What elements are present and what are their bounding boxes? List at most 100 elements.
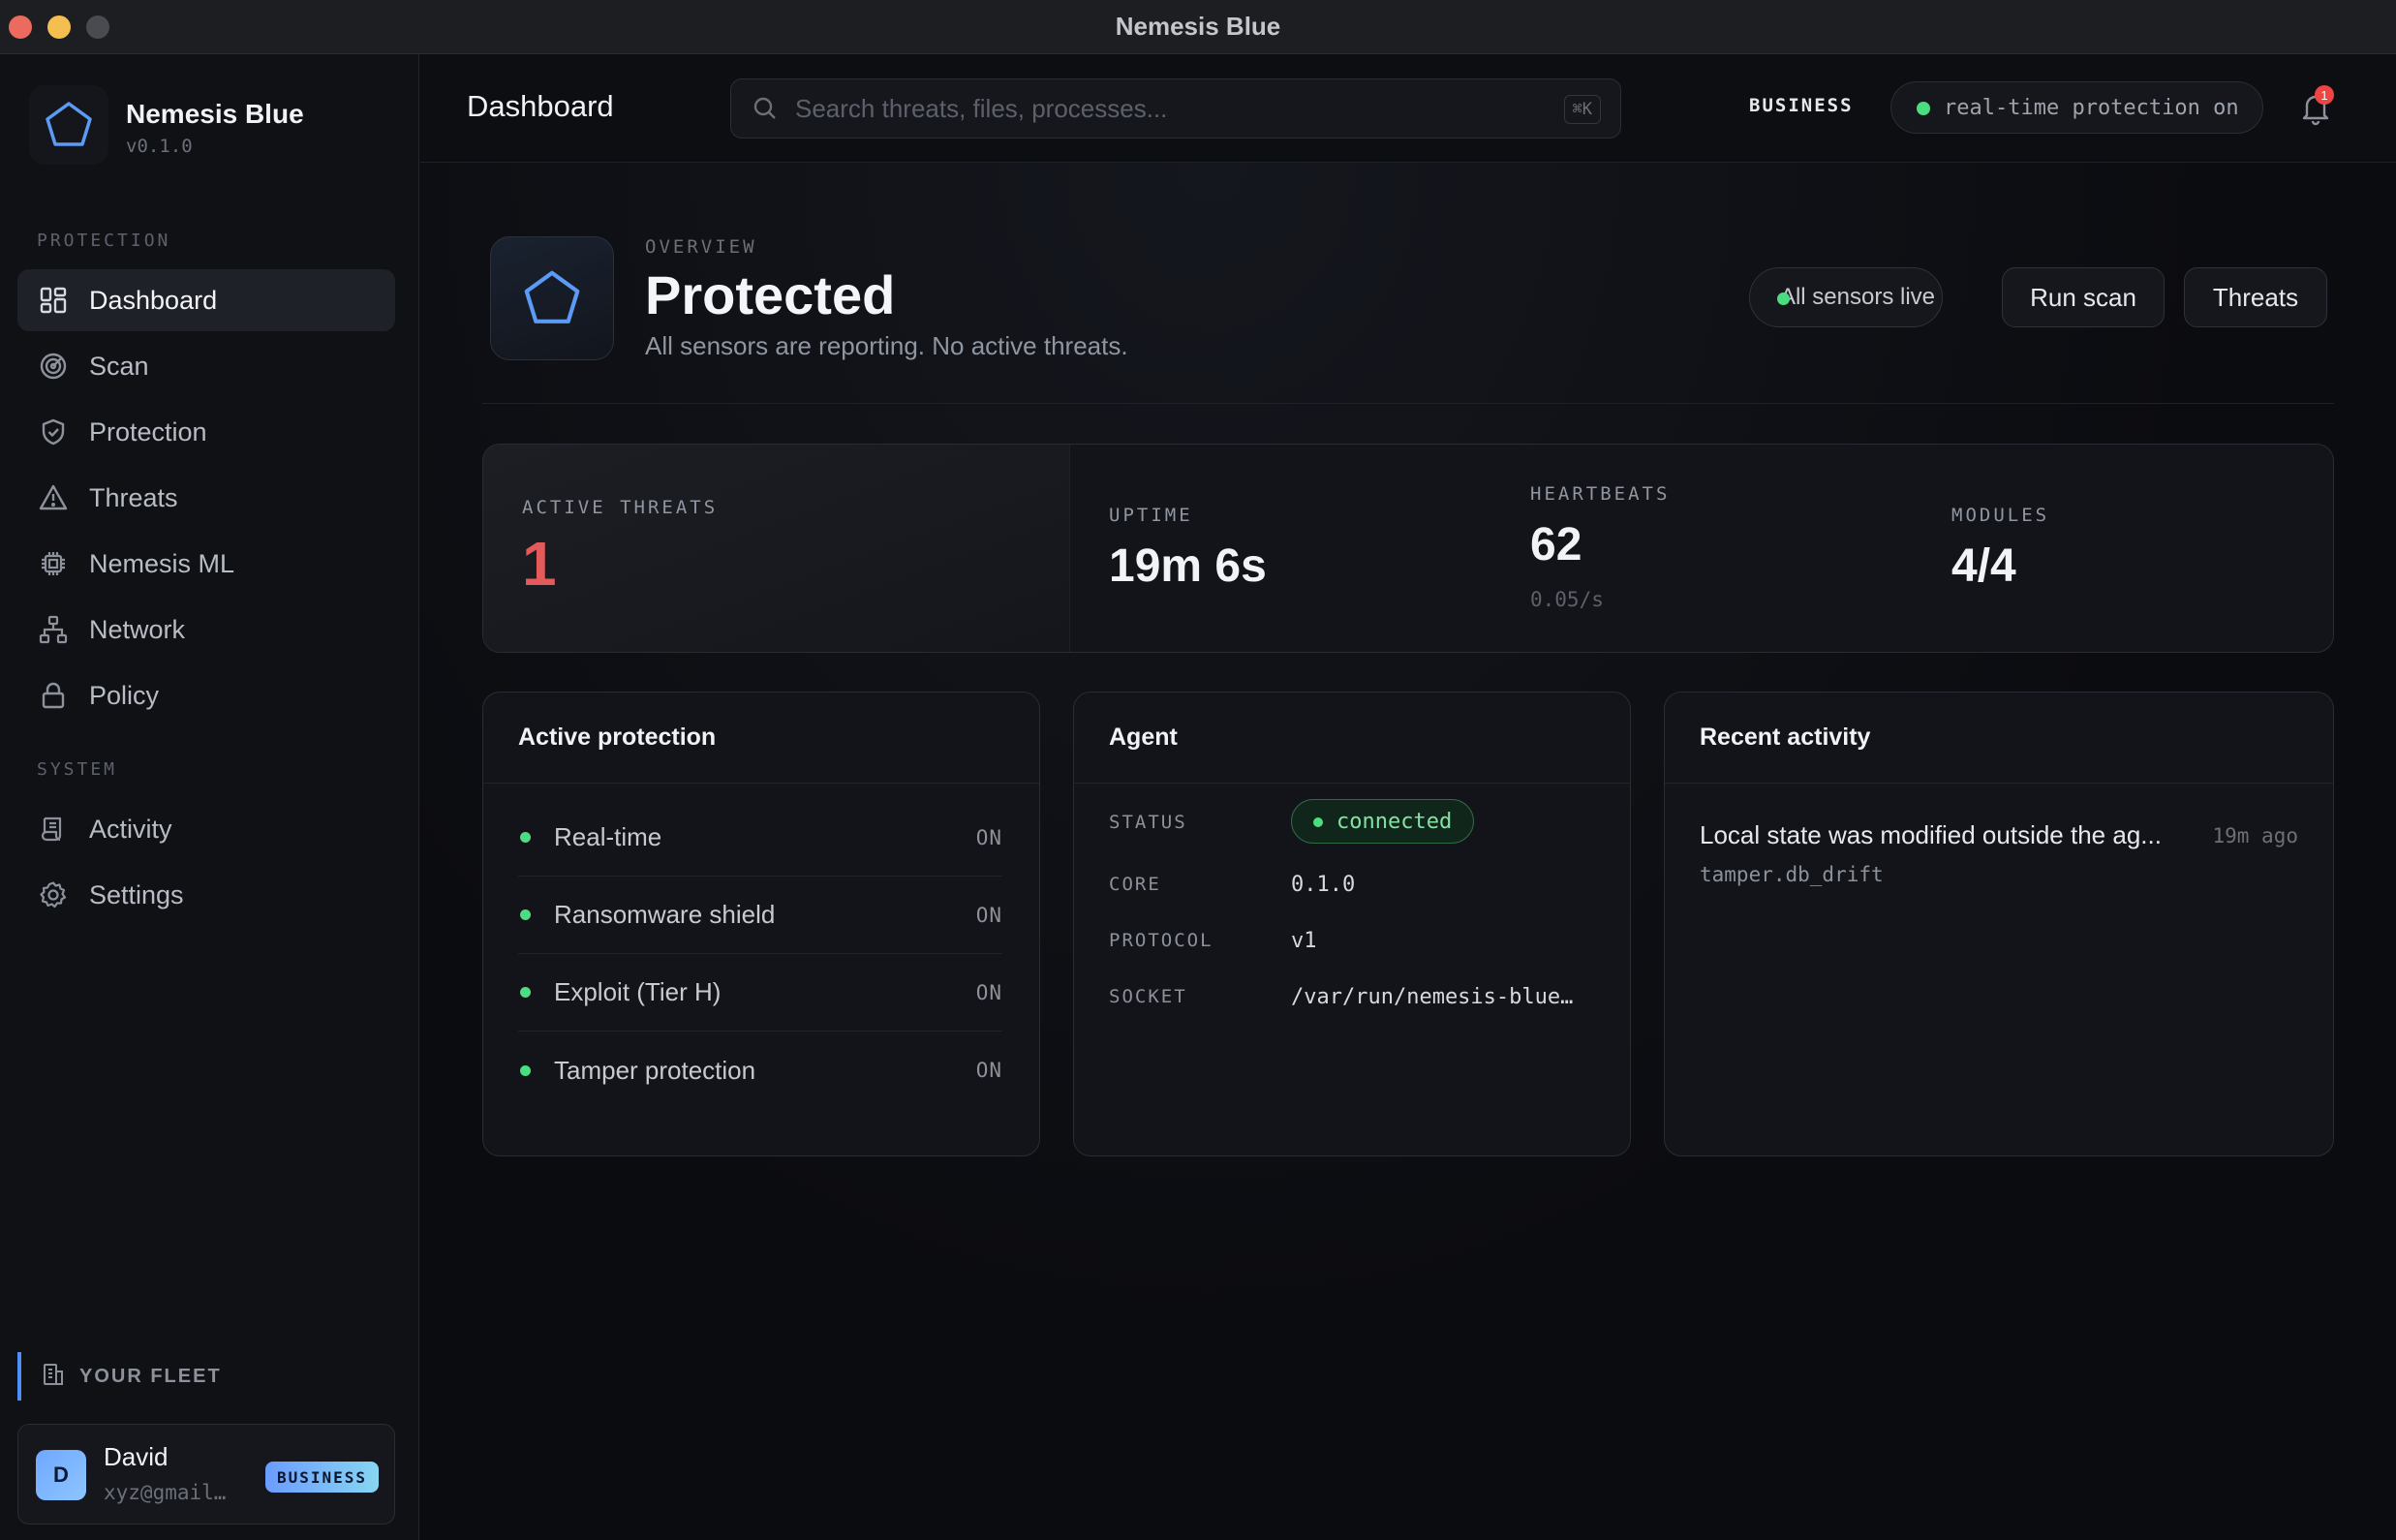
card-header: Agent [1074, 693, 1630, 784]
agent-key: PROTOCOL [1109, 930, 1213, 951]
agent-key: CORE [1109, 874, 1161, 895]
stat-label: ACTIVE THREATS [522, 497, 719, 518]
card-title: Agent [1109, 724, 1178, 751]
page-title: Dashboard [467, 89, 614, 123]
status-dot [520, 1064, 531, 1076]
status-dot [1313, 817, 1323, 827]
protection-label: Real-time [554, 822, 662, 851]
connection-status-label: connected [1336, 809, 1453, 834]
overview-overline: OVERVIEW [645, 236, 757, 258]
activity-code: tamper.db_drift [1700, 863, 1884, 886]
window-title: Nemesis Blue [1115, 12, 1281, 41]
shield-check-icon [37, 416, 70, 448]
top-bar: Dashboard Search threats, files, process… [420, 54, 2396, 163]
radar-icon [37, 350, 70, 383]
agent-key: STATUS [1109, 812, 1187, 833]
gear-icon [37, 878, 70, 911]
run-scan-button[interactable]: Run scan [2002, 267, 2165, 327]
card-header: Active protection [483, 693, 1039, 784]
sidebar-item-label: Activity [89, 814, 172, 844]
sidebar-item-scan[interactable]: Scan [17, 335, 395, 397]
stat-value: 62 [1530, 519, 1582, 570]
sidebar-item-label: Policy [89, 680, 160, 710]
user-name: David [104, 1442, 169, 1471]
main-content: OVERVIEW Protected All sensors are repor… [420, 163, 2396, 1540]
status-dot [1777, 293, 1790, 305]
stat-value: 4/4 [1951, 540, 2016, 592]
threats-button[interactable]: Threats [2184, 267, 2327, 327]
protection-row-exploit[interactable]: Exploit (Tier H) ON [518, 954, 1002, 1032]
stat-value: 19m 6s [1109, 540, 1267, 592]
status-dot [1917, 102, 1930, 115]
stat-value: 1 [522, 529, 557, 599]
pentagon-logo-icon [29, 85, 108, 165]
sidebar-item-label: Protection [89, 416, 207, 447]
activity-time: 19m ago [2212, 824, 2298, 847]
status-dot [520, 832, 531, 843]
protection-status-title: Protected [645, 264, 896, 325]
protection-row-tamper[interactable]: Tamper protection ON [518, 1032, 1002, 1109]
sidebar-item-label: Settings [89, 879, 184, 909]
sidebar-item-label: Network [89, 614, 186, 644]
sidebar-item-policy[interactable]: Policy [17, 664, 395, 726]
status-dot [520, 987, 531, 998]
agent-status-row: STATUS connected [1109, 799, 1613, 844]
agent-protocol-row: PROTOCOL v1 [1109, 921, 1613, 960]
sensors-live-label: All sensors live [1779, 284, 1936, 310]
your-fleet-link[interactable]: YOUR FLEET [17, 1352, 395, 1401]
realtime-protection-status[interactable]: real-time protection on [1890, 81, 2263, 134]
stat-modules: MODULES 4/4 [1913, 445, 2333, 652]
protection-row-realtime[interactable]: Real-time ON [518, 799, 1002, 877]
scroll-icon [37, 813, 70, 846]
lock-icon [37, 679, 70, 712]
protection-label: Tamper protection [554, 1055, 756, 1085]
sidebar-item-protection[interactable]: Protection [17, 401, 395, 463]
sidebar-item-activity[interactable]: Activity [17, 798, 395, 860]
sidebar-item-threats[interactable]: Threats [17, 467, 395, 529]
plan-label: BUSINESS [1749, 95, 1854, 116]
status-dot [520, 909, 531, 920]
sensors-live-pill[interactable]: All sensors live [1749, 267, 1943, 327]
minimize-window-button[interactable] [47, 15, 71, 39]
sidebar-item-label: Threats [89, 482, 178, 512]
sidebar-item-dashboard[interactable]: Dashboard [17, 269, 395, 331]
plan-badge: BUSINESS [264, 1462, 379, 1493]
divider [482, 403, 2334, 404]
user-email: xyz@gmail… [104, 1481, 227, 1504]
brand-name: Nemesis Blue [126, 99, 304, 129]
search-input[interactable]: Search threats, files, processes... ⌘K [730, 78, 1621, 139]
brand: Nemesis Blue v0.1.0 [29, 85, 304, 165]
active-protection-card: Active protection Real-time ON Ransomwar… [482, 692, 1040, 1156]
stat-sub: 0.05/s [1530, 588, 1604, 611]
close-window-button[interactable] [9, 15, 32, 39]
search-placeholder: Search threats, files, processes... [795, 93, 1168, 123]
agent-card: Agent STATUS connected CORE 0.1.0 PROTOC… [1073, 692, 1631, 1156]
protection-state: ON [975, 903, 1002, 927]
card-title: Recent activity [1700, 724, 1871, 751]
activity-text: Local state was modified outside the ag.… [1700, 820, 2162, 849]
zoom-window-button[interactable] [86, 15, 109, 39]
protection-state: ON [975, 825, 1002, 849]
warning-triangle-icon [37, 481, 70, 514]
protection-label: Exploit (Tier H) [554, 977, 722, 1006]
sidebar-item-label: Scan [89, 351, 149, 381]
sidebar-item-label: Dashboard [89, 285, 218, 315]
notification-count-badge: 1 [2315, 85, 2334, 105]
sidebar-item-label: Nemesis ML [89, 548, 235, 578]
agent-socket-row: SOCKET /var/run/nemesis-blue… [1109, 977, 1613, 1016]
stat-label: HEARTBEATS [1530, 483, 1671, 505]
protection-row-ransomware[interactable]: Ransomware shield ON [518, 877, 1002, 954]
avatar: D [36, 1450, 86, 1500]
agent-value: 0.1.0 [1291, 872, 1356, 897]
card-header: Recent activity [1665, 693, 2333, 784]
brand-version: v0.1.0 [126, 136, 193, 157]
section-label-system: SYSTEM [37, 759, 118, 780]
sidebar-item-nemesis-ml[interactable]: Nemesis ML [17, 533, 395, 595]
user-card[interactable]: D David xyz@gmail… BUSINESS [17, 1424, 395, 1525]
sidebar-item-network[interactable]: Network [17, 599, 395, 661]
sidebar-item-settings[interactable]: Settings [17, 864, 395, 926]
search-shortcut: ⌘K [1563, 95, 1601, 124]
title-bar: Nemesis Blue [0, 0, 2396, 54]
protection-label: Ransomware shield [554, 900, 776, 929]
window-controls [0, 15, 109, 39]
